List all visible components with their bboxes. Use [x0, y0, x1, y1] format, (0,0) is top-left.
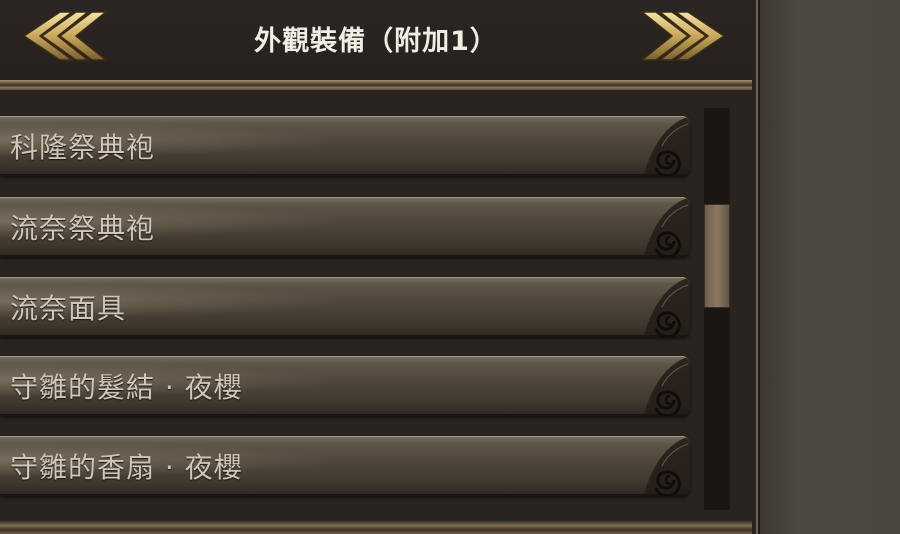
next-page-button[interactable] — [636, 10, 728, 62]
game-screen: 外觀裝備（附加1） 科隆祭典袍 流奈祭典袍 流奈面具 守雛的髮結 · 夜櫻 守雛… — [0, 0, 900, 534]
swirl-ornament-icon — [644, 277, 690, 337]
swirl-ornament-icon — [644, 356, 690, 416]
swirl-ornament-icon — [644, 197, 690, 257]
list-item[interactable]: 流奈面具 — [0, 277, 690, 337]
list-item[interactable]: 守雛的香扇 · 夜櫻 — [0, 436, 690, 496]
scrollbar-track[interactable] — [704, 108, 730, 510]
item-label: 流奈面具 — [10, 292, 127, 325]
background-panel — [756, 0, 900, 534]
swirl-ornament-icon — [644, 116, 690, 176]
list-item[interactable]: 流奈祭典袍 — [0, 197, 690, 257]
item-label: 守雛的髮結 · 夜櫻 — [10, 371, 243, 404]
header-divider — [0, 80, 752, 90]
double-chevron-left-icon — [22, 11, 109, 61]
footer-divider — [0, 520, 752, 534]
scrollbar-thumb[interactable] — [704, 204, 730, 308]
double-chevron-right-icon — [639, 11, 726, 61]
item-label: 科隆祭典袍 — [10, 131, 156, 164]
previous-page-button[interactable] — [20, 10, 112, 62]
item-label: 守雛的香扇 · 夜櫻 — [10, 451, 243, 484]
list-item[interactable]: 守雛的髮結 · 夜櫻 — [0, 356, 690, 416]
swirl-ornament-icon — [644, 436, 690, 496]
item-list: 科隆祭典袍 流奈祭典袍 流奈面具 守雛的髮結 · 夜櫻 守雛的香扇 · 夜櫻 — [0, 96, 700, 516]
item-label: 流奈祭典袍 — [10, 212, 156, 245]
list-item[interactable]: 科隆祭典袍 — [0, 116, 690, 176]
equipment-panel: 外觀裝備（附加1） 科隆祭典袍 流奈祭典袍 流奈面具 守雛的髮結 · 夜櫻 守雛… — [0, 0, 756, 534]
